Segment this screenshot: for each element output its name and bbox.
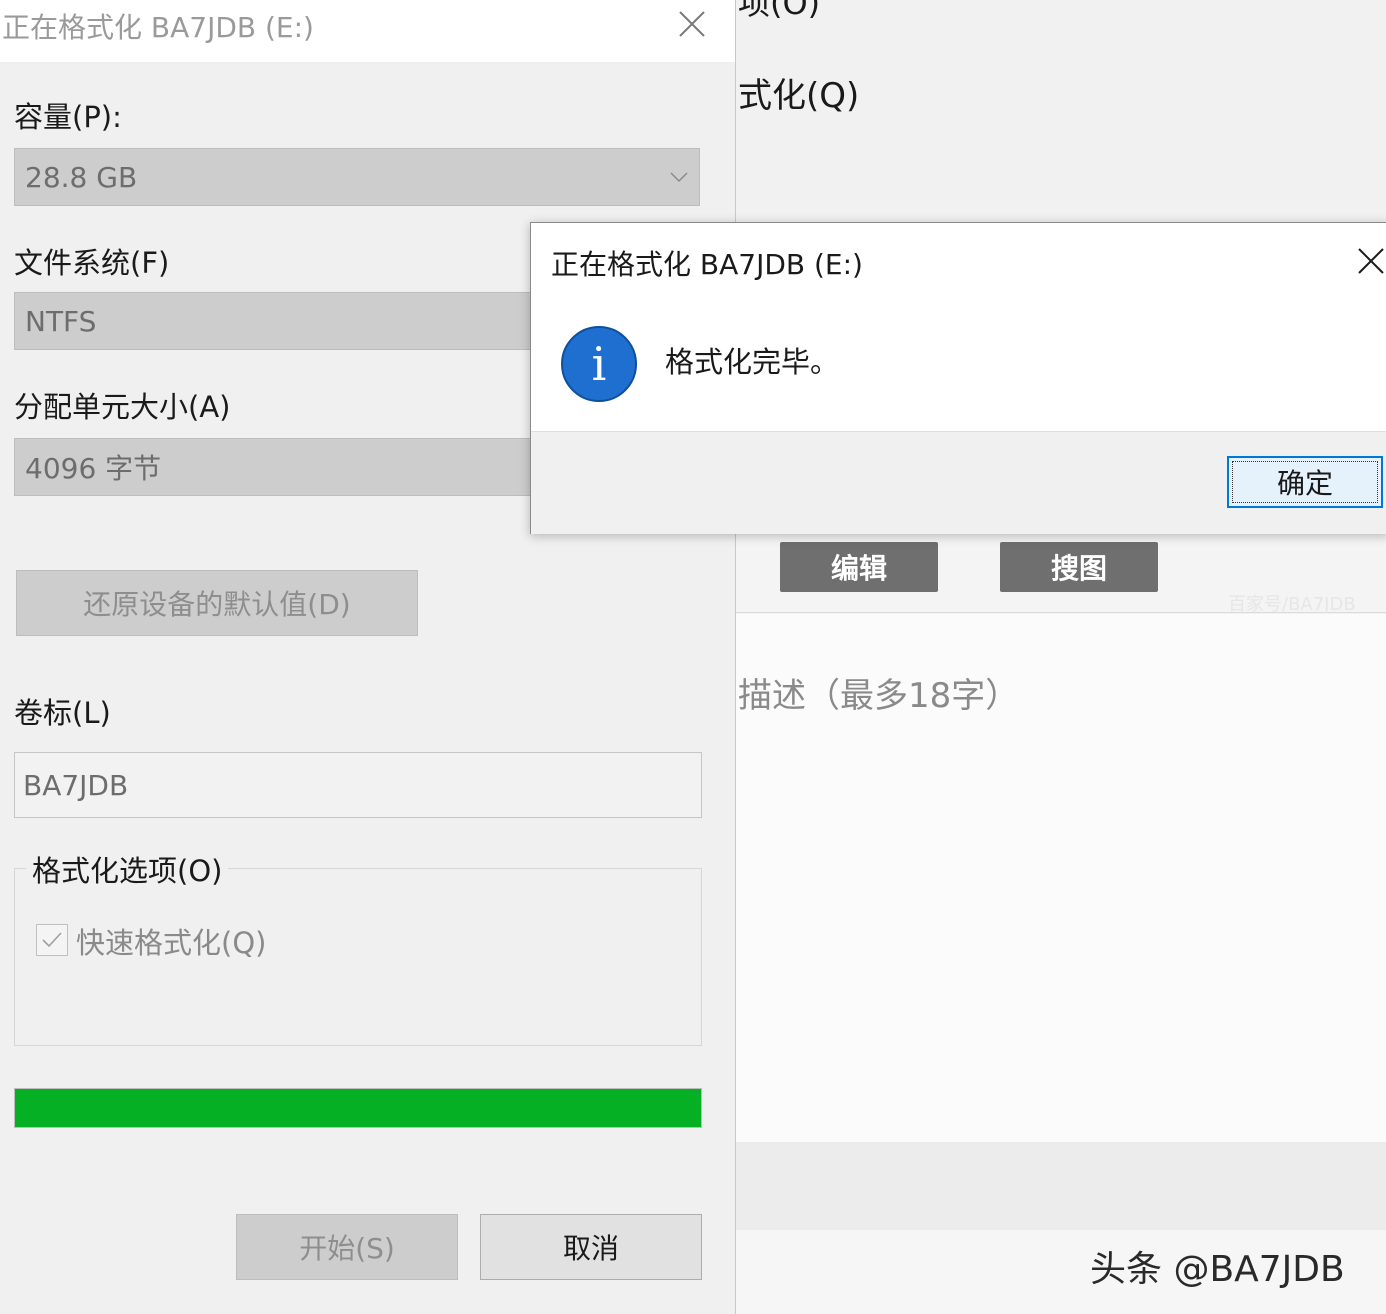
format-dialog: 正在格式化 BA7JDB (E:) 容量(P): 28.8 GB 文件系统(F)… bbox=[0, 0, 736, 1314]
cancel-button[interactable]: 取消 bbox=[480, 1214, 702, 1280]
ok-button[interactable]: 确定 bbox=[1227, 456, 1383, 508]
quick-format-checkbox[interactable] bbox=[36, 924, 68, 956]
message-box-footer: 确定 bbox=[531, 431, 1386, 534]
capacity-label: 容量(P): bbox=[14, 100, 122, 134]
capacity-select[interactable]: 28.8 GB bbox=[14, 148, 700, 206]
message-text: 格式化完毕。 bbox=[665, 345, 840, 379]
watermark: 百家号/BA7JDB bbox=[1228, 594, 1356, 615]
background-options-text: 项(O) bbox=[738, 0, 821, 22]
message-box-title: 正在格式化 BA7JDB (E:) bbox=[551, 248, 863, 281]
quick-format-label: 快速格式化(Q) bbox=[76, 926, 267, 960]
format-progress-bar bbox=[14, 1088, 702, 1128]
restore-defaults-button[interactable]: 还原设备的默认值(D) bbox=[16, 570, 418, 636]
chevron-down-icon bbox=[670, 172, 688, 183]
format-options-label: 格式化选项(O) bbox=[26, 848, 229, 890]
progress-fill bbox=[15, 1089, 701, 1127]
description-placeholder: 描述（最多18字） bbox=[738, 676, 1020, 716]
edit-button[interactable]: 编辑 bbox=[780, 542, 938, 592]
background-quick-format-text: 式化(Q) bbox=[738, 76, 860, 116]
format-dialog-titlebar: 正在格式化 BA7JDB (E:) bbox=[0, 0, 735, 62]
search-image-button[interactable]: 搜图 bbox=[1000, 542, 1158, 592]
background-divider-band bbox=[735, 1142, 1386, 1230]
close-icon[interactable] bbox=[676, 8, 708, 40]
start-button[interactable]: 开始(S) bbox=[236, 1214, 458, 1280]
format-dialog-title: 正在格式化 BA7JDB (E:) bbox=[2, 11, 314, 44]
allocation-unit-label: 分配单元大小(A) bbox=[14, 390, 231, 424]
info-icon: i bbox=[561, 326, 637, 402]
credit-watermark: 头条 @BA7JDB bbox=[1090, 1249, 1345, 1290]
volume-label-label: 卷标(L) bbox=[14, 696, 111, 730]
format-complete-dialog: 正在格式化 BA7JDB (E:) i 格式化完毕。 确定 bbox=[530, 222, 1386, 534]
allocation-unit-value: 4096 字节 bbox=[25, 452, 162, 485]
volume-label-value: BA7JDB bbox=[23, 768, 129, 802]
capacity-value: 28.8 GB bbox=[25, 160, 138, 194]
checkmark-icon bbox=[42, 932, 62, 948]
filesystem-label: 文件系统(F) bbox=[14, 246, 170, 280]
filesystem-value: NTFS bbox=[25, 304, 97, 338]
close-icon[interactable] bbox=[1357, 247, 1385, 275]
volume-label-input[interactable]: BA7JDB bbox=[14, 752, 702, 818]
